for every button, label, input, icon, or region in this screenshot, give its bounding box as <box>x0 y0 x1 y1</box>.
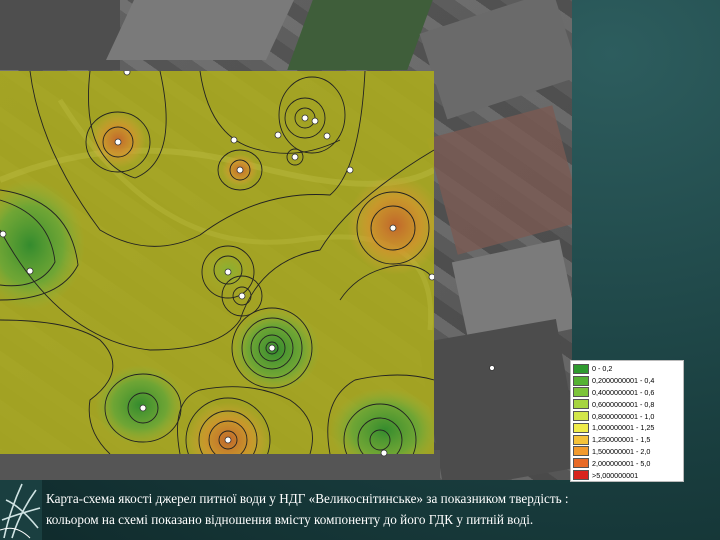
legend-swatch <box>573 375 589 386</box>
legend-label: 1,000000001 - 1,25 <box>592 423 655 433</box>
legend-label: >5,000000001 <box>592 470 639 480</box>
legend-label: 0,4000000001 - 0,6 <box>592 387 655 397</box>
legend-item: 1,500000001 - 2,0 <box>573 446 681 458</box>
slide: 0 - 0,2 0,2000000001 - 0,4 0,4000000001 … <box>0 0 720 540</box>
legend-swatch <box>573 399 589 410</box>
legend-swatch <box>573 411 589 422</box>
legend-swatch <box>573 458 589 469</box>
legend-item: 1,250000001 - 1,5 <box>573 434 681 446</box>
caption-line: кольором на схемі показано відношення вм… <box>46 512 534 527</box>
legend-label: 1,500000001 - 2,0 <box>592 446 651 456</box>
caption-line: Карта-схема якості джерел питної води у … <box>46 491 569 506</box>
legend-item: >5,000000001 <box>573 469 681 481</box>
legend-item: 0,4000000001 - 0,6 <box>573 387 681 399</box>
legend-swatch <box>573 470 589 481</box>
legend-swatch <box>573 422 589 433</box>
legend-swatch <box>573 387 589 398</box>
legend-label: 2,000000001 - 5,0 <box>592 458 651 468</box>
legend-item: 0 - 0,2 <box>573 363 681 375</box>
legend-label: 0,6000000001 - 0,8 <box>592 399 655 409</box>
legend-item: 0,2000000001 - 0,4 <box>573 375 681 387</box>
legend-item: 1,000000001 - 1,25 <box>573 422 681 434</box>
legend-swatch <box>573 446 589 457</box>
legend-item: 0,8000000001 - 1,0 <box>573 410 681 422</box>
legend-label: 1,250000001 - 1,5 <box>592 435 651 445</box>
legend-label: 0,8000000001 - 1,0 <box>592 411 655 421</box>
legend-swatch <box>573 363 589 374</box>
map-legend: 0 - 0,2 0,2000000001 - 0,4 0,4000000001 … <box>570 360 684 482</box>
legend-swatch <box>573 434 589 445</box>
decorative-corner-art <box>0 480 42 540</box>
legend-item: 0,6000000001 - 0,8 <box>573 398 681 410</box>
legend-item: 2,000000001 - 5,0 <box>573 457 681 469</box>
map-caption: Карта-схема якості джерел питної води у … <box>46 488 714 530</box>
legend-label: 0,2000000001 - 0,4 <box>592 376 655 386</box>
legend-label: 0 - 0,2 <box>592 364 613 374</box>
